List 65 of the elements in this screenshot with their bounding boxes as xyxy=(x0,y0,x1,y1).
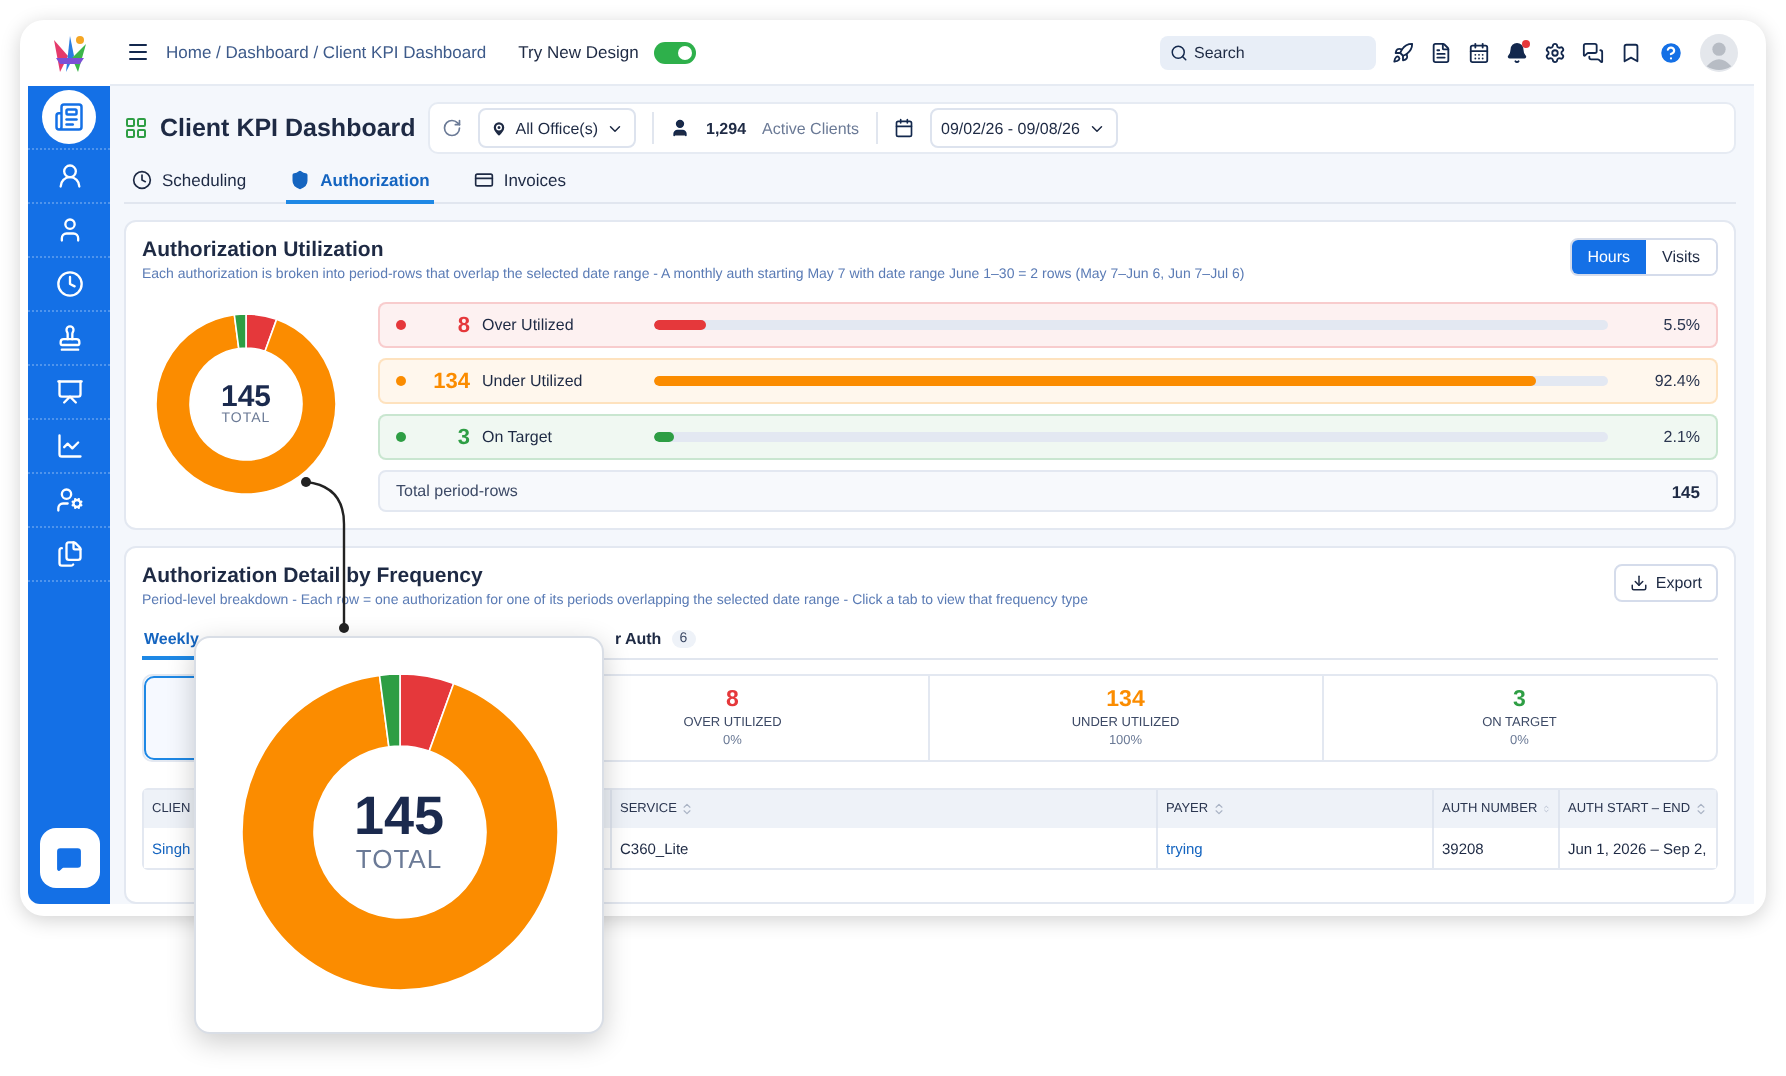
status-count: 8 xyxy=(455,313,470,337)
toggle-switch[interactable] xyxy=(654,41,697,63)
user-gear-icon[interactable] xyxy=(55,486,83,514)
sort-icon xyxy=(680,802,695,816)
status-label: Under Utilized xyxy=(482,372,585,390)
status-label: On Target xyxy=(482,428,554,446)
tab[interactable]: Scheduling xyxy=(128,162,251,204)
status-count: 134 xyxy=(431,369,470,393)
rocket-icon[interactable] xyxy=(1392,41,1414,63)
pin-icon xyxy=(489,119,508,137)
chat-icon[interactable] xyxy=(1582,41,1604,63)
bookmark-icon[interactable] xyxy=(1620,41,1642,63)
settings-icon[interactable] xyxy=(1544,41,1566,63)
download-icon xyxy=(1629,574,1648,592)
sort-icon xyxy=(1541,802,1550,816)
status-label: Over Utilized xyxy=(482,316,576,334)
export-button[interactable]: Export xyxy=(1613,564,1718,602)
total-label: TOTAL xyxy=(355,844,443,874)
tab[interactable]: Invoices xyxy=(469,162,571,204)
card-icon xyxy=(473,170,494,190)
user-icon xyxy=(670,118,690,138)
bell-icon[interactable] xyxy=(1506,41,1528,63)
total-row-value: 145 xyxy=(1671,481,1700,501)
clients-label: Active Clients xyxy=(762,119,859,137)
calendar-icon xyxy=(893,118,913,138)
section-title: Authorization Utilization xyxy=(142,238,386,262)
clock-icon[interactable] xyxy=(55,270,83,298)
section-title: Authorization Detail by Frequency xyxy=(142,564,485,588)
menu-icon[interactable] xyxy=(126,40,150,64)
total-value: 145 xyxy=(353,790,445,844)
newspaper-icon xyxy=(54,102,84,132)
user-icon[interactable] xyxy=(55,162,83,190)
status-count: 3 xyxy=(455,425,470,449)
calendar-icon[interactable] xyxy=(1468,41,1490,63)
status-percent: 92.4% xyxy=(1652,372,1700,390)
total-value: 145 xyxy=(220,382,272,412)
sort-icon xyxy=(1212,802,1227,816)
toggle-label: Try New Design xyxy=(518,42,639,62)
chat-icon xyxy=(56,845,82,871)
document-icon[interactable] xyxy=(1430,41,1452,63)
user-icon[interactable] xyxy=(55,216,83,244)
sidebar-item[interactable] xyxy=(42,90,96,144)
chat-button[interactable] xyxy=(39,828,99,888)
presentation-icon[interactable] xyxy=(55,378,83,406)
status-percent: 2.1% xyxy=(1661,428,1700,446)
shield-icon xyxy=(290,170,311,190)
refresh-icon[interactable] xyxy=(441,118,462,138)
grid-icon xyxy=(124,116,148,140)
search-icon xyxy=(1170,43,1188,61)
stamp-icon[interactable] xyxy=(55,324,83,352)
chart-icon[interactable] xyxy=(55,432,83,460)
office-dropdown[interactable]: All Office(s) xyxy=(477,108,636,148)
unit-toggle[interactable]: Hours xyxy=(1571,240,1647,274)
page-title: Client KPI Dashboard xyxy=(160,114,416,142)
sort-icon xyxy=(1694,802,1709,816)
help-icon[interactable] xyxy=(1658,39,1684,65)
clock-icon xyxy=(132,170,152,190)
search-field[interactable]: Search xyxy=(1160,35,1376,69)
clients-count: 1,294 xyxy=(706,119,747,137)
date-range-dropdown[interactable]: 09/02/26 - 09/08/26 xyxy=(929,108,1118,148)
tab[interactable]: Authorization xyxy=(286,162,434,204)
breadcrumb[interactable]: Home / Dashboard / Client KPI Dashboard xyxy=(166,42,487,62)
total-row-label: Total period-rows xyxy=(396,482,518,500)
status-percent: 5.5% xyxy=(1661,316,1700,334)
files-icon[interactable] xyxy=(55,540,83,568)
